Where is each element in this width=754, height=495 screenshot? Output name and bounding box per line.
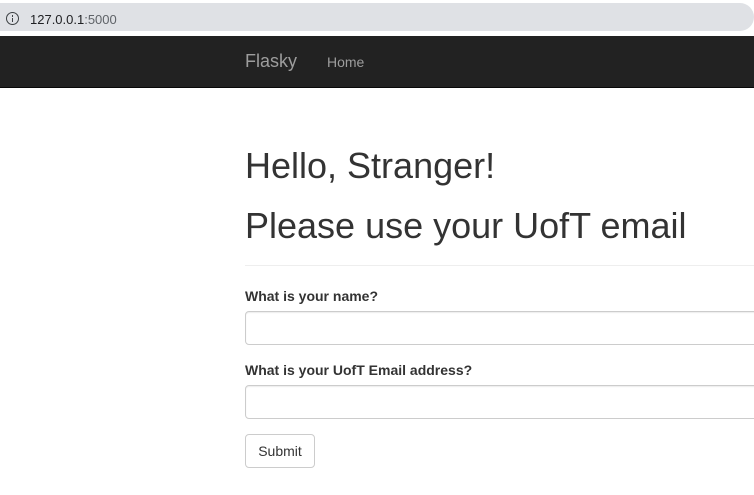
name-label: What is your name? bbox=[245, 288, 379, 304]
header-divider bbox=[245, 265, 754, 266]
name-input[interactable] bbox=[245, 311, 754, 345]
browser-address-bar: 127.0.0.1:5000 bbox=[0, 0, 754, 34]
url-field[interactable]: 127.0.0.1:5000 bbox=[0, 3, 754, 31]
url-port: :5000 bbox=[84, 12, 117, 27]
url-text[interactable]: 127.0.0.1:5000 bbox=[30, 12, 117, 28]
email-input[interactable] bbox=[245, 385, 754, 419]
info-circle-icon[interactable] bbox=[6, 12, 19, 25]
email-label: What is your UofT Email address? bbox=[245, 362, 473, 378]
url-host: 127.0.0.1 bbox=[30, 12, 85, 27]
nav-link-home[interactable]: Home bbox=[327, 54, 364, 70]
navbar-brand[interactable]: Flasky bbox=[245, 51, 297, 71]
email-notice-heading: Please use your UofT email bbox=[245, 205, 687, 246]
greeting-heading: Hello, Stranger! bbox=[245, 145, 496, 186]
top-navbar: Flasky Home bbox=[0, 36, 754, 88]
submit-button[interactable]: Submit bbox=[245, 434, 315, 468]
